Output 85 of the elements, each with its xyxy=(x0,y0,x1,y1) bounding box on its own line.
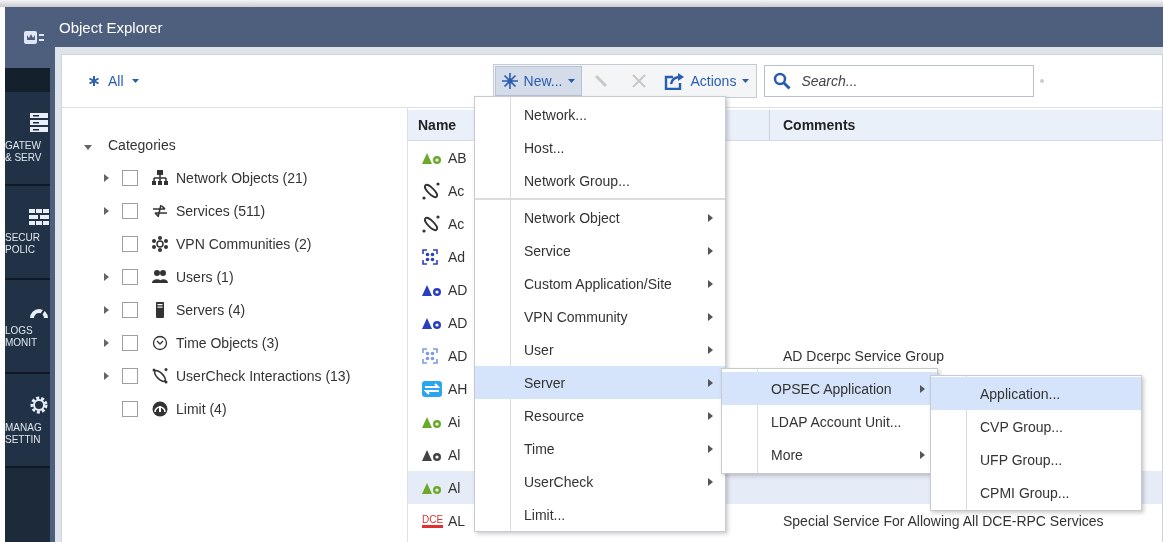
tree-item[interactable]: Categories xyxy=(108,136,176,153)
table-cell: Ac xyxy=(448,182,465,199)
search-icon xyxy=(773,72,792,90)
nav-label[interactable]: SECUR POLIC xyxy=(5,232,40,256)
table-cell: Special Service For Allowing All DCE-RPC Services xyxy=(783,512,1104,529)
column-header[interactable]: Comments xyxy=(770,117,856,133)
table-cell: Al xyxy=(448,446,461,463)
tree-item[interactable]: Services (511) xyxy=(176,202,266,219)
menu-item[interactable]: Custom Application/Site xyxy=(475,267,725,300)
search-field[interactable]: Search... xyxy=(764,65,1035,97)
checkbox[interactable] xyxy=(122,334,138,351)
checkbox[interactable] xyxy=(122,268,138,285)
menu-item[interactable]: UserCheck xyxy=(475,465,725,498)
settings-icon[interactable] xyxy=(28,394,50,416)
table-cell: AB xyxy=(448,149,467,166)
users-icon xyxy=(152,268,168,285)
caret-icon xyxy=(742,79,750,83)
x-icon xyxy=(632,74,647,88)
expand-arrow-icon[interactable] xyxy=(104,206,109,215)
clock-icon xyxy=(152,334,168,351)
menu-item[interactable]: VPN Community xyxy=(475,300,725,333)
app-icon[interactable] xyxy=(23,28,45,47)
menu-item[interactable]: Network Object xyxy=(475,201,725,234)
table-cell: Ad xyxy=(448,248,466,265)
window-title: Object Explorer xyxy=(59,18,163,36)
expand-arrow-icon[interactable] xyxy=(104,173,109,182)
table-cell: AD Dcerpc Service Group xyxy=(783,347,945,364)
tree-item[interactable]: Limit (4) xyxy=(176,400,227,417)
tree-item[interactable]: Users (1) xyxy=(176,268,234,285)
menu-item[interactable]: Limit... xyxy=(475,498,725,531)
expand-arrow-icon[interactable] xyxy=(104,305,109,314)
network-icon xyxy=(152,169,168,186)
brick-wall-icon[interactable] xyxy=(28,208,50,226)
menu-item[interactable]: Application... xyxy=(931,377,1141,410)
menu-item[interactable]: CVP Group... xyxy=(931,410,1141,443)
expand-arrow-icon[interactable] xyxy=(104,371,109,380)
menu-item[interactable]: Service xyxy=(475,234,725,267)
table-cell: Ac xyxy=(448,215,465,232)
filter-dropdown[interactable]: All xyxy=(88,73,139,89)
tree-item[interactable]: Time Objects (3) xyxy=(176,334,279,351)
arrows-icon xyxy=(152,202,168,219)
table-cell: Al xyxy=(448,479,461,496)
pencil-icon xyxy=(594,74,609,88)
nav-label[interactable]: LOGS MONIT xyxy=(5,325,38,349)
table-cell: Ai xyxy=(448,413,461,430)
tree-item[interactable]: Network Objects (21) xyxy=(176,169,308,186)
dot-icon xyxy=(1040,79,1045,83)
table-cell: AD xyxy=(448,281,468,298)
menu-item[interactable]: Network... xyxy=(475,98,725,131)
asterisk-icon xyxy=(88,75,100,87)
checkbox[interactable] xyxy=(122,202,138,219)
table-cell: AD xyxy=(448,314,468,331)
menu-item[interactable]: OPSEC Application xyxy=(722,372,937,405)
menu-item[interactable]: UFP Group... xyxy=(931,443,1141,476)
tree-item[interactable]: Servers (4) xyxy=(176,301,246,318)
expand-arrow-icon[interactable] xyxy=(104,272,109,281)
table-cell: AD xyxy=(448,347,468,364)
tree-item[interactable]: UserCheck Interactions (13) xyxy=(176,367,351,384)
satellite-icon xyxy=(152,367,168,384)
menu-item[interactable]: User xyxy=(475,333,725,366)
new-button[interactable]: New... xyxy=(494,66,583,96)
caret-icon xyxy=(568,79,576,83)
menu-item[interactable]: Server xyxy=(475,366,725,399)
checkbox[interactable] xyxy=(122,235,138,252)
service-badge: DCE xyxy=(422,513,444,528)
menu-item[interactable]: CPMI Group... xyxy=(931,476,1141,509)
export-icon xyxy=(664,72,685,90)
menu-item[interactable]: Host... xyxy=(475,131,725,164)
actions-button[interactable]: Actions xyxy=(658,66,756,96)
menu-item[interactable]: Time xyxy=(475,432,725,465)
checkbox[interactable] xyxy=(122,367,138,384)
server-stack-icon[interactable] xyxy=(28,112,50,134)
gauge-icon xyxy=(152,400,168,417)
menu-item[interactable]: Network Group... xyxy=(475,164,725,197)
tree-item[interactable]: VPN Communities (2) xyxy=(176,235,312,252)
checkbox[interactable] xyxy=(122,400,138,417)
checkbox[interactable] xyxy=(122,301,138,318)
table-cell: AL xyxy=(448,512,466,529)
vpn-icon xyxy=(152,235,168,252)
star-icon xyxy=(501,73,518,89)
menu-item[interactable]: Resource xyxy=(475,399,725,432)
checkbox[interactable] xyxy=(122,169,138,186)
expand-arrow-icon[interactable] xyxy=(104,338,109,347)
table-cell: AH xyxy=(448,380,468,397)
caret-icon xyxy=(131,79,139,83)
